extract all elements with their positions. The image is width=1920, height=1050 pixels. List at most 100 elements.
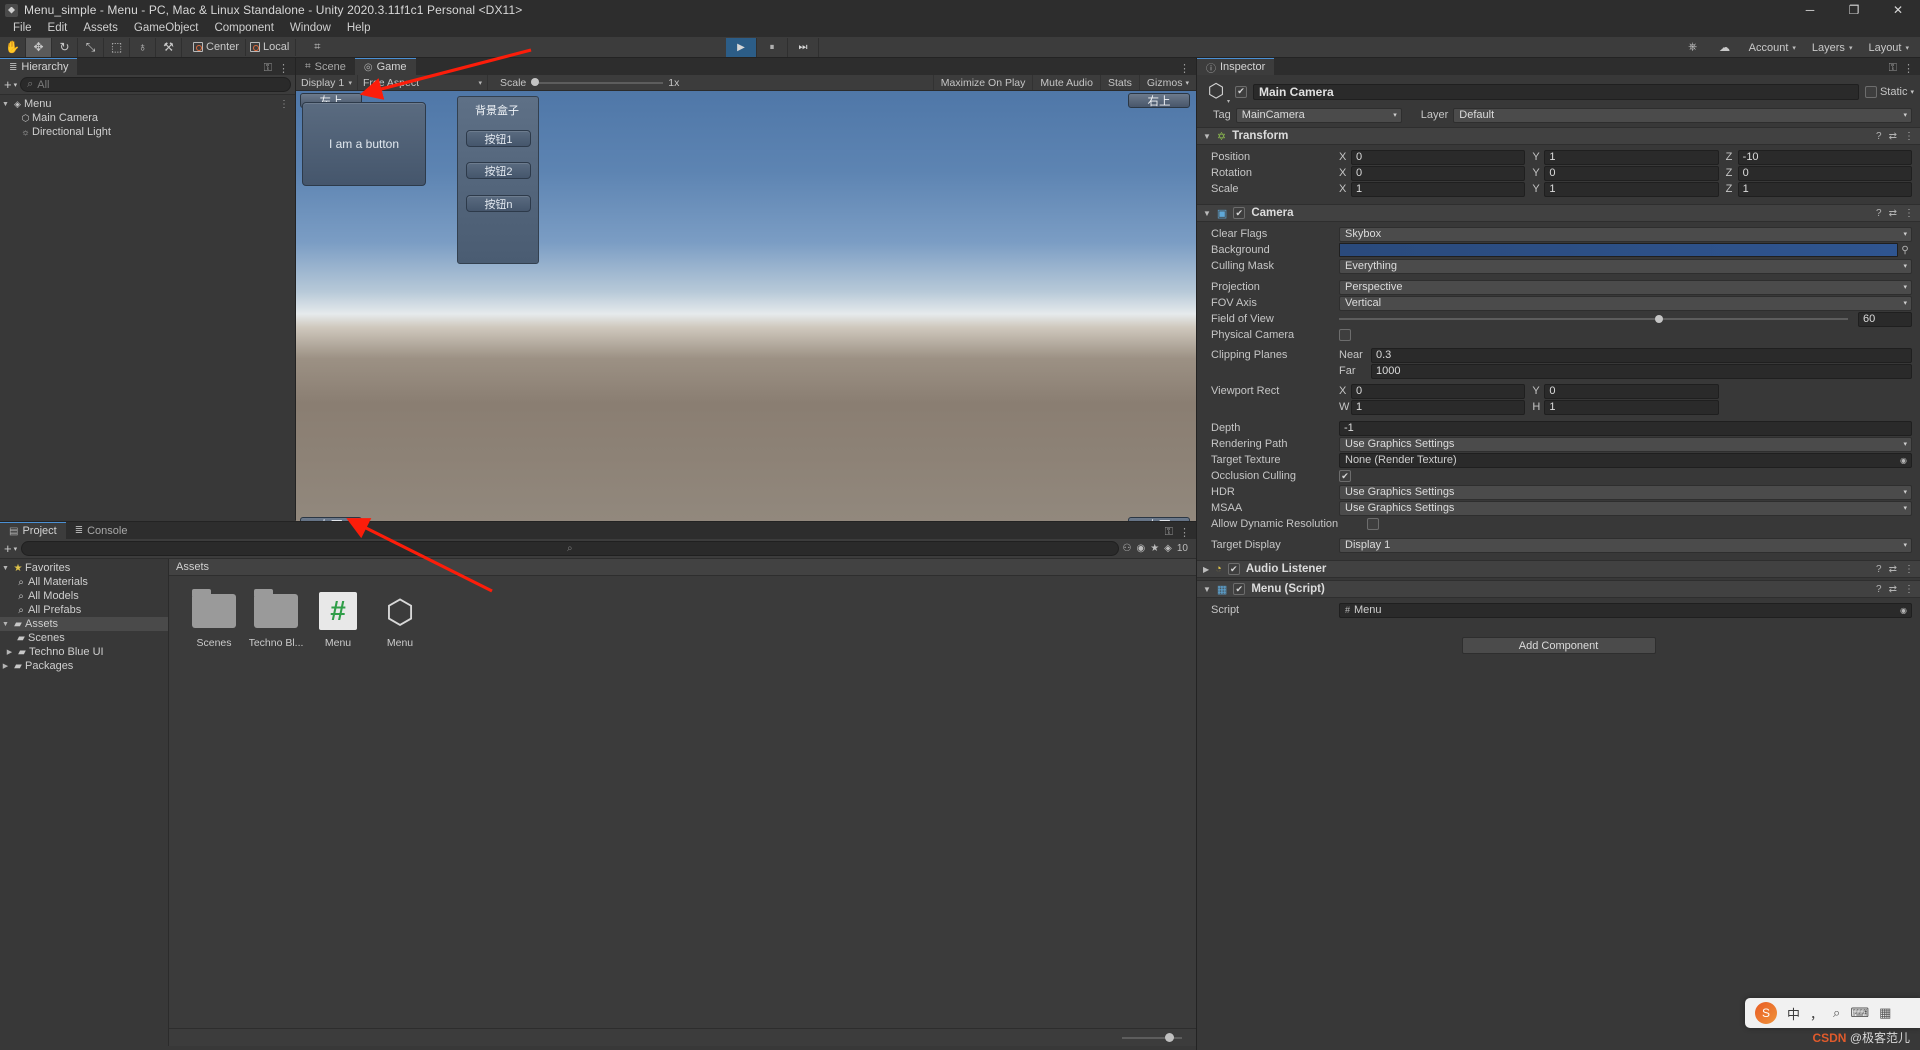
stats-button[interactable]: Stats xyxy=(1099,75,1139,90)
maximize-button[interactable]: ❐ xyxy=(1832,0,1876,20)
scale-x-input[interactable]: 1 xyxy=(1351,181,1526,197)
game-panel-button-n[interactable]: 按钮n xyxy=(466,195,531,212)
asset-item-menu-script[interactable]: # Menu xyxy=(307,590,369,649)
layout-dropdown[interactable]: Layout ▾ xyxy=(1861,38,1916,57)
menu-item-file[interactable]: File xyxy=(5,20,40,37)
favorites-icon[interactable]: ★ xyxy=(1150,543,1159,554)
chevron-down-icon[interactable]: ▼ xyxy=(1203,585,1211,594)
component-header-camera[interactable]: ▼ ▣ ✔ Camera ? ⇄ ⋮ xyxy=(1197,204,1920,222)
physical-camera-checkbox[interactable] xyxy=(1339,329,1351,341)
background-color-swatch[interactable] xyxy=(1339,243,1898,257)
scale-tool-icon[interactable]: ⤡ xyxy=(78,37,104,57)
chevron-down-icon[interactable]: ▼ xyxy=(0,565,11,572)
panel-menu-icon[interactable]: ⋮ xyxy=(278,62,289,75)
object-picker-icon[interactable]: ◉ xyxy=(1900,606,1907,615)
hierarchy-search-input[interactable]: ⌕ All xyxy=(20,77,291,92)
panel-menu-icon[interactable]: ⋮ xyxy=(1903,62,1914,75)
rotation-x-input[interactable]: 0 xyxy=(1351,165,1526,181)
pivot-mode-button[interactable]: Center xyxy=(189,38,247,56)
asset-zoom-slider[interactable] xyxy=(1122,1032,1182,1042)
help-icon[interactable]: ? xyxy=(1876,131,1882,142)
tab-game[interactable]: ◎ Game xyxy=(354,58,416,75)
lock-icon[interactable]: ⚿ xyxy=(1165,526,1173,539)
allow-dynamic-resolution-checkbox[interactable] xyxy=(1367,518,1379,530)
grid-snap-icon[interactable]: ⌗ xyxy=(303,38,331,57)
tree-item-techno-blue-ui[interactable]: ▶ ▰ Techno Blue UI xyxy=(0,645,168,659)
preset-icon[interactable]: ⇄ xyxy=(1889,584,1897,595)
hierarchy-item-main-camera[interactable]: ⬡ Main Camera xyxy=(0,111,295,125)
audio-listener-enabled-checkbox[interactable]: ✔ xyxy=(1227,563,1240,575)
tag-dropdown[interactable]: MainCamera ▾ xyxy=(1235,107,1402,123)
mute-audio-button[interactable]: Mute Audio xyxy=(1032,75,1100,90)
viewport-y-input[interactable]: 0 xyxy=(1544,383,1719,399)
step-button[interactable]: ⏭ xyxy=(788,38,819,57)
position-z-input[interactable]: -10 xyxy=(1737,149,1912,165)
menu-item-gameobject[interactable]: GameObject xyxy=(126,20,207,37)
layer-dropdown[interactable]: Default ▾ xyxy=(1453,107,1912,123)
rotation-y-input[interactable]: 0 xyxy=(1544,165,1719,181)
scale-z-input[interactable]: 1 xyxy=(1737,181,1912,197)
tab-scene[interactable]: ⌗ Scene xyxy=(296,58,355,75)
menu-item-help[interactable]: Help xyxy=(339,20,379,37)
asset-item-techno-blue[interactable]: Techno Bl... xyxy=(245,589,307,649)
game-view-canvas[interactable]: 左上 右上 左下 右下 I am a button 背景盒子 按钮1 按钮2 按… xyxy=(296,91,1196,537)
ime-punctuation-toggle[interactable]: ， xyxy=(1810,1004,1823,1023)
ime-toolbar[interactable]: S 中 ， ⌕ ⌨ ▦ xyxy=(1745,998,1920,1028)
tree-item-all-models[interactable]: ⌕ All Models xyxy=(0,589,168,603)
depth-input[interactable]: -1 xyxy=(1339,420,1912,436)
asset-item-menu-scene[interactable]: ⬡ Menu xyxy=(369,590,431,650)
occlusion-culling-checkbox[interactable]: ✔ xyxy=(1339,470,1351,482)
eyedropper-icon[interactable]: ⚲ xyxy=(1898,245,1912,256)
gizmos-button[interactable]: Gizmos ▾ xyxy=(1138,75,1196,90)
help-icon[interactable]: ? xyxy=(1876,564,1882,575)
rotate-tool-icon[interactable]: ↻ xyxy=(52,37,78,57)
cloud-icon[interactable]: ☁ xyxy=(1709,38,1740,57)
game-background-panel[interactable] xyxy=(457,96,539,264)
menu-item-edit[interactable]: Edit xyxy=(40,20,76,37)
gameobject-enabled-checkbox[interactable]: ✔ xyxy=(1235,85,1247,98)
play-button[interactable]: ▶ xyxy=(726,38,757,57)
game-main-button[interactable]: I am a button xyxy=(302,102,426,186)
more-icon[interactable]: ⋮ xyxy=(279,99,289,110)
field-of-view-knob[interactable] xyxy=(1654,314,1663,323)
scale-y-input[interactable]: 1 xyxy=(1544,181,1719,197)
move-tool-icon[interactable]: ✥ xyxy=(26,37,52,57)
asset-item-scenes[interactable]: Scenes xyxy=(183,589,245,649)
viewport-x-input[interactable]: 0 xyxy=(1351,383,1526,399)
tree-item-all-materials[interactable]: ⌕ All Materials xyxy=(0,575,168,589)
fov-axis-dropdown[interactable]: Vertical ▾ xyxy=(1339,295,1912,311)
more-icon[interactable]: ⋮ xyxy=(1904,564,1914,575)
menu-script-enabled-checkbox[interactable]: ✔ xyxy=(1233,583,1246,595)
tree-item-all-prefabs[interactable]: ⌕ All Prefabs xyxy=(0,603,168,617)
target-display-dropdown[interactable]: Display 1 ▾ xyxy=(1339,537,1912,553)
tab-console[interactable]: ≣ Console xyxy=(65,522,137,539)
component-header-audio-listener[interactable]: ▶ ◔ ✔ Audio Listener ? ⇄ ⋮ xyxy=(1197,560,1920,578)
display-dropdown[interactable]: Display 1 ▾ xyxy=(296,75,358,90)
collab-icon[interactable]: ⎈ xyxy=(1677,38,1708,57)
projection-dropdown[interactable]: Perspective ▾ xyxy=(1339,279,1912,295)
minimize-button[interactable]: ─ xyxy=(1788,0,1832,20)
more-icon[interactable]: ⋮ xyxy=(1904,131,1914,142)
filter-type-icon[interactable]: ⚇ xyxy=(1123,543,1132,554)
more-icon[interactable]: ⋮ xyxy=(1904,208,1914,219)
help-icon[interactable]: ? xyxy=(1876,584,1882,595)
chevron-right-icon[interactable]: ▶ xyxy=(0,662,11,670)
panel-menu-icon[interactable]: ⋮ xyxy=(1179,62,1190,75)
camera-enabled-checkbox[interactable]: ✔ xyxy=(1233,207,1246,219)
clipping-far-input[interactable]: 1000 xyxy=(1371,363,1912,379)
handle-rotation-button[interactable]: Local xyxy=(246,38,297,56)
tab-inspector[interactable]: ⓘ Inspector xyxy=(1197,58,1275,75)
tree-item-favorites[interactable]: ▼ ★ Favorites xyxy=(0,561,168,575)
game-panel-button-2[interactable]: 按钮2 xyxy=(466,162,531,179)
add-component-button[interactable]: Add Component xyxy=(1461,637,1656,654)
tab-project[interactable]: ▤ Project xyxy=(0,522,66,539)
top-right-anchor-tag[interactable]: 右上 xyxy=(1128,93,1190,108)
chevron-down-icon[interactable]: ▼ xyxy=(1203,132,1211,141)
chevron-right-icon[interactable]: ▶ xyxy=(1203,565,1209,574)
chevron-down-icon[interactable]: ▼ xyxy=(1203,209,1211,218)
position-x-input[interactable]: 0 xyxy=(1351,149,1526,165)
preset-icon[interactable]: ⇄ xyxy=(1889,208,1897,219)
preset-icon[interactable]: ⇄ xyxy=(1889,131,1897,142)
viewport-h-input[interactable]: 1 xyxy=(1544,399,1719,415)
position-y-input[interactable]: 1 xyxy=(1544,149,1719,165)
